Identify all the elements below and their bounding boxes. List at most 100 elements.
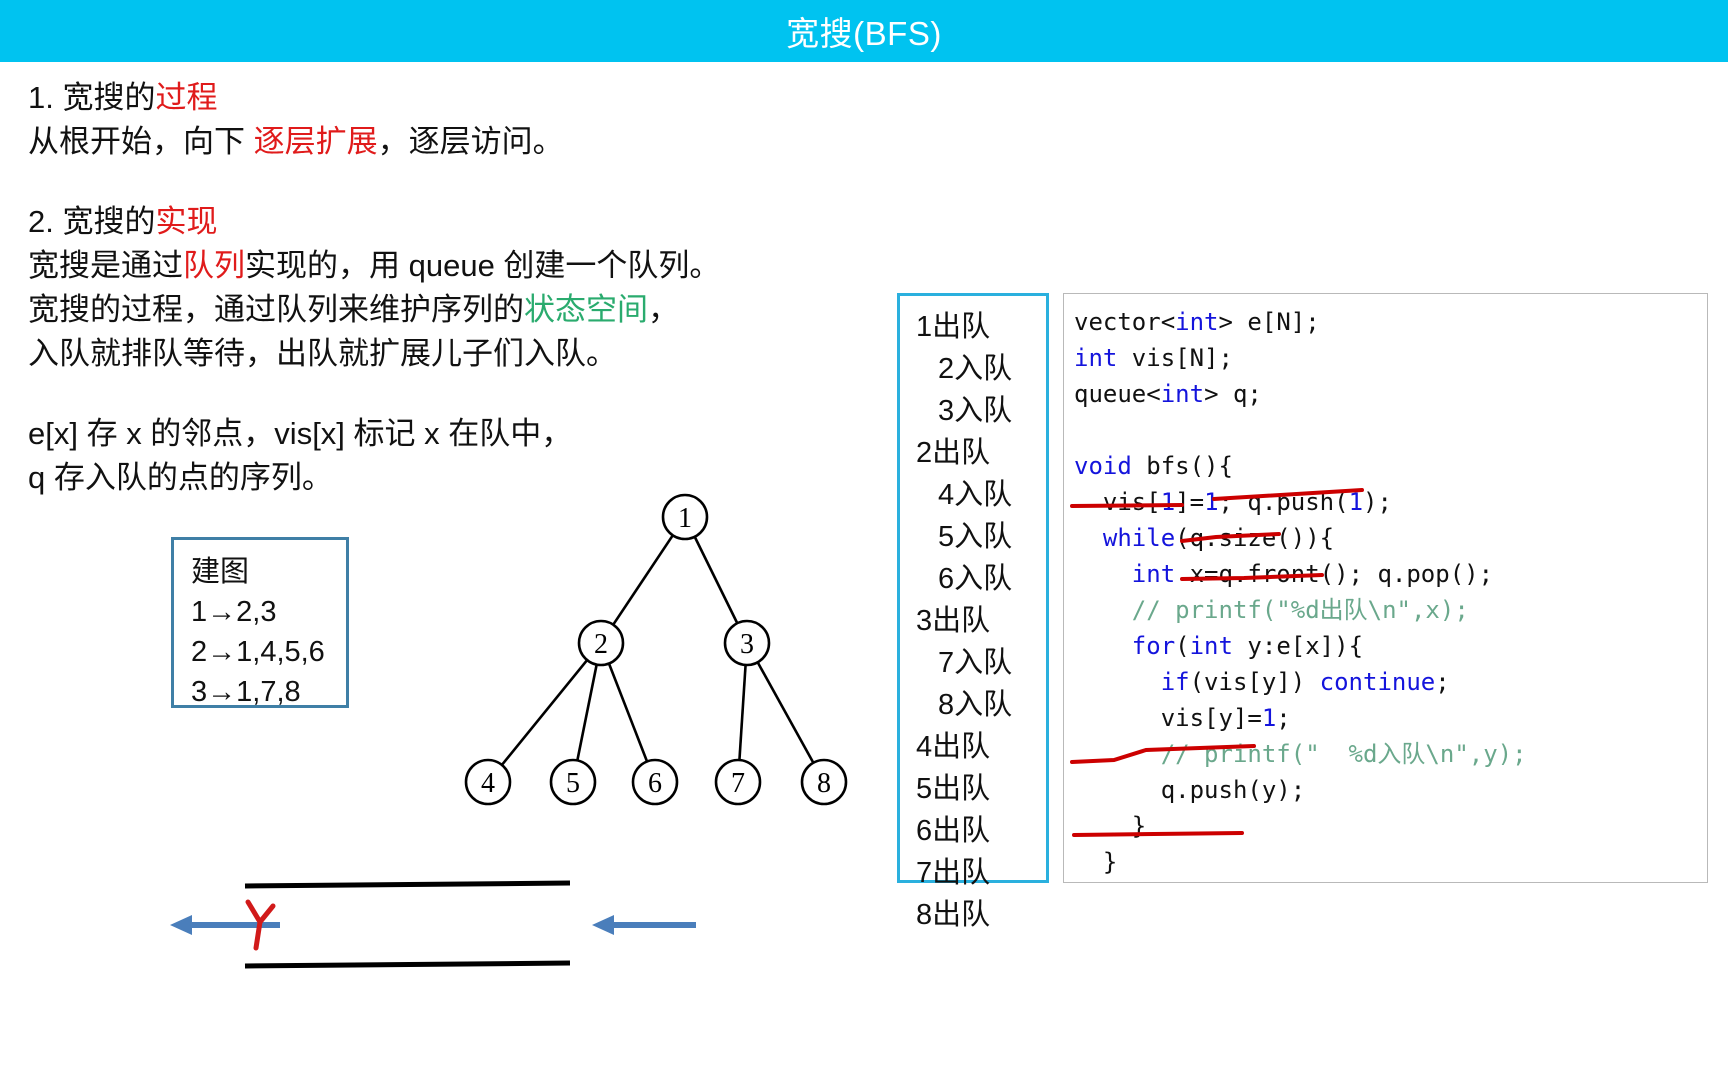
code-line: }: [1074, 808, 1707, 844]
queue-trace-line: 8入队: [938, 689, 1013, 721]
section-2-line-2-part-a: 宽搜的过程，通过队列来维护序列的: [28, 292, 524, 327]
code-line: }: [1074, 880, 1707, 882]
code-token: 1: [1261, 704, 1277, 732]
code-line: int vis[N];: [1074, 340, 1707, 376]
tree-node-label: 5: [566, 768, 580, 799]
code-token: > q;: [1204, 380, 1262, 408]
tree-edge: [607, 663, 649, 762]
graph-adjacency-row: 3→1,7,8: [191, 676, 301, 708]
code-token: ;: [1435, 668, 1450, 696]
tree-node: 6: [631, 758, 679, 806]
code-token: for: [1131, 632, 1176, 660]
code-line: vis[y]=1;: [1074, 700, 1707, 736]
code-token: 1: [1348, 488, 1364, 516]
code-token: 1: [1204, 488, 1219, 516]
code-line: // printf(" %d入队\n",y);: [1074, 736, 1707, 772]
code-token: int: [1160, 380, 1205, 408]
page-title: 宽搜(BFS): [786, 15, 942, 52]
section-1-body-keyword: 逐层扩展: [253, 124, 378, 159]
code-line: }: [1074, 844, 1707, 880]
tree-node-label: 2: [594, 629, 608, 660]
section-2-line-2-part-b: ，: [648, 292, 679, 327]
queue-trace-line: 3出队: [916, 605, 991, 637]
tree-node-label: 7: [731, 768, 745, 799]
code-token: (: [1175, 632, 1190, 660]
paragraph-spacer-2: [28, 376, 848, 412]
tree-node: 8: [800, 758, 848, 806]
code-line: queue<int> q;: [1074, 376, 1707, 412]
code-listing: vector<int> e[N]; int vis[N]; queue<int> q…: [1074, 304, 1707, 882]
section-2-line-2: 宽搜的过程，通过队列来维护序列的状态空间，: [28, 288, 848, 332]
code-line: int x=q.front(); q.pop();: [1074, 556, 1707, 592]
code-token: > e[N];: [1218, 308, 1320, 336]
tree-edge: [693, 536, 739, 624]
graph-build-box: 建图 1→2,3 2→1,4,5,6 3→1,7,8: [171, 537, 349, 708]
section-2-line-3: 入队就排队等待，出队就扩展儿子们入队。: [28, 336, 617, 371]
tree-edge: [612, 534, 674, 626]
code-token: vis[: [1074, 488, 1161, 516]
section-2-heading-keyword: 实现: [155, 204, 218, 239]
section-2-line-1-keyword: 队列: [183, 248, 245, 283]
section-1-body: 从根开始，向下 逐层扩展，逐层访问。: [28, 120, 848, 164]
code-token: vector: [1074, 308, 1161, 336]
code-token: );: [1363, 488, 1392, 516]
tree-node: 2: [577, 619, 625, 667]
code-token: int: [1175, 308, 1219, 336]
section-1-body-part-b: ，逐层访问。: [377, 124, 564, 159]
code-token: }: [1074, 848, 1118, 876]
tree-edge: [756, 661, 815, 764]
queue-trace-line: 2出队: [916, 437, 991, 469]
code-token: // printf("%d出队\n",x);: [1074, 596, 1469, 624]
code-token: int: [1189, 632, 1233, 660]
section-2-line-1-part-a: 宽搜是通过: [28, 248, 183, 283]
section-1-heading-prefix: 1. 宽搜的: [28, 80, 156, 115]
queue-trace-line: 3入队: [938, 395, 1013, 427]
code-line: // printf("%d出队\n",x);: [1074, 592, 1707, 628]
code-token: // printf(" %d入队\n",y);: [1074, 740, 1527, 768]
queue-tube-sketch: [170, 880, 696, 969]
code-token: ]=: [1175, 488, 1205, 516]
queue-trace-panel: 1出队 2入队 3入队 2出队 4入队 5入队 6入队 3出队 7入队 8入队 4出队 5出队 6出队 7…: [897, 293, 1049, 931]
queue-trace-line: 1出队: [916, 311, 991, 343]
graph-build-title: 建图: [191, 556, 250, 588]
code-token: x=q.front(); q.pop();: [1175, 560, 1494, 588]
section-2-line-2-keyword: 状态空间: [524, 292, 648, 327]
code-token: ;: [1276, 704, 1291, 732]
section-2-line-1: 宽搜是通过队列实现的，用 queue 创建一个队列。: [28, 244, 848, 288]
code-line: while(q.size()){: [1074, 520, 1707, 556]
code-token: 1: [1160, 488, 1176, 516]
code-token: <: [1160, 308, 1176, 336]
code-token: }: [1074, 812, 1147, 840]
tree-node-label: 4: [481, 768, 495, 799]
queue-trace-line: 6出队: [916, 815, 991, 847]
code-token: vis[y]=: [1074, 704, 1262, 732]
tree-node: 4: [464, 758, 512, 806]
code-token: ; q.push(: [1218, 488, 1349, 516]
code-token: q.push(y);: [1074, 776, 1306, 804]
graph-adjacency-row: 2→1,4,5,6: [191, 636, 325, 668]
queue-tube-bottom-wall: [244, 960, 571, 969]
code-line: if(vis[y]) continue;: [1074, 664, 1707, 700]
code-line: vis[1]=1; q.push(1);: [1074, 484, 1707, 520]
tree-node: 1: [661, 493, 709, 541]
code-token: (vis[y]): [1189, 668, 1320, 696]
tree-node: 3: [723, 619, 771, 667]
queue-tube-top-wall: [244, 880, 571, 889]
code-token: int: [1074, 344, 1118, 372]
section-2-line-1-part-b: 实现的，用 queue 创建一个队列。: [245, 248, 721, 283]
bfs-tree-diagram: 1 2 3 4 5 6 7 8: [464, 493, 848, 806]
tree-node-label: 1: [678, 503, 692, 534]
tree-node-label: 6: [648, 768, 662, 799]
section-1-heading: 1. 宽搜的过程: [28, 76, 848, 120]
tree-node: 5: [549, 758, 597, 806]
queue-trace-line: 7出队: [916, 857, 991, 889]
section-2-heading-prefix: 2. 宽搜的: [28, 204, 156, 239]
code-token: void: [1074, 452, 1132, 480]
code-token: while: [1102, 524, 1176, 552]
code-token: bfs(){: [1131, 452, 1233, 480]
